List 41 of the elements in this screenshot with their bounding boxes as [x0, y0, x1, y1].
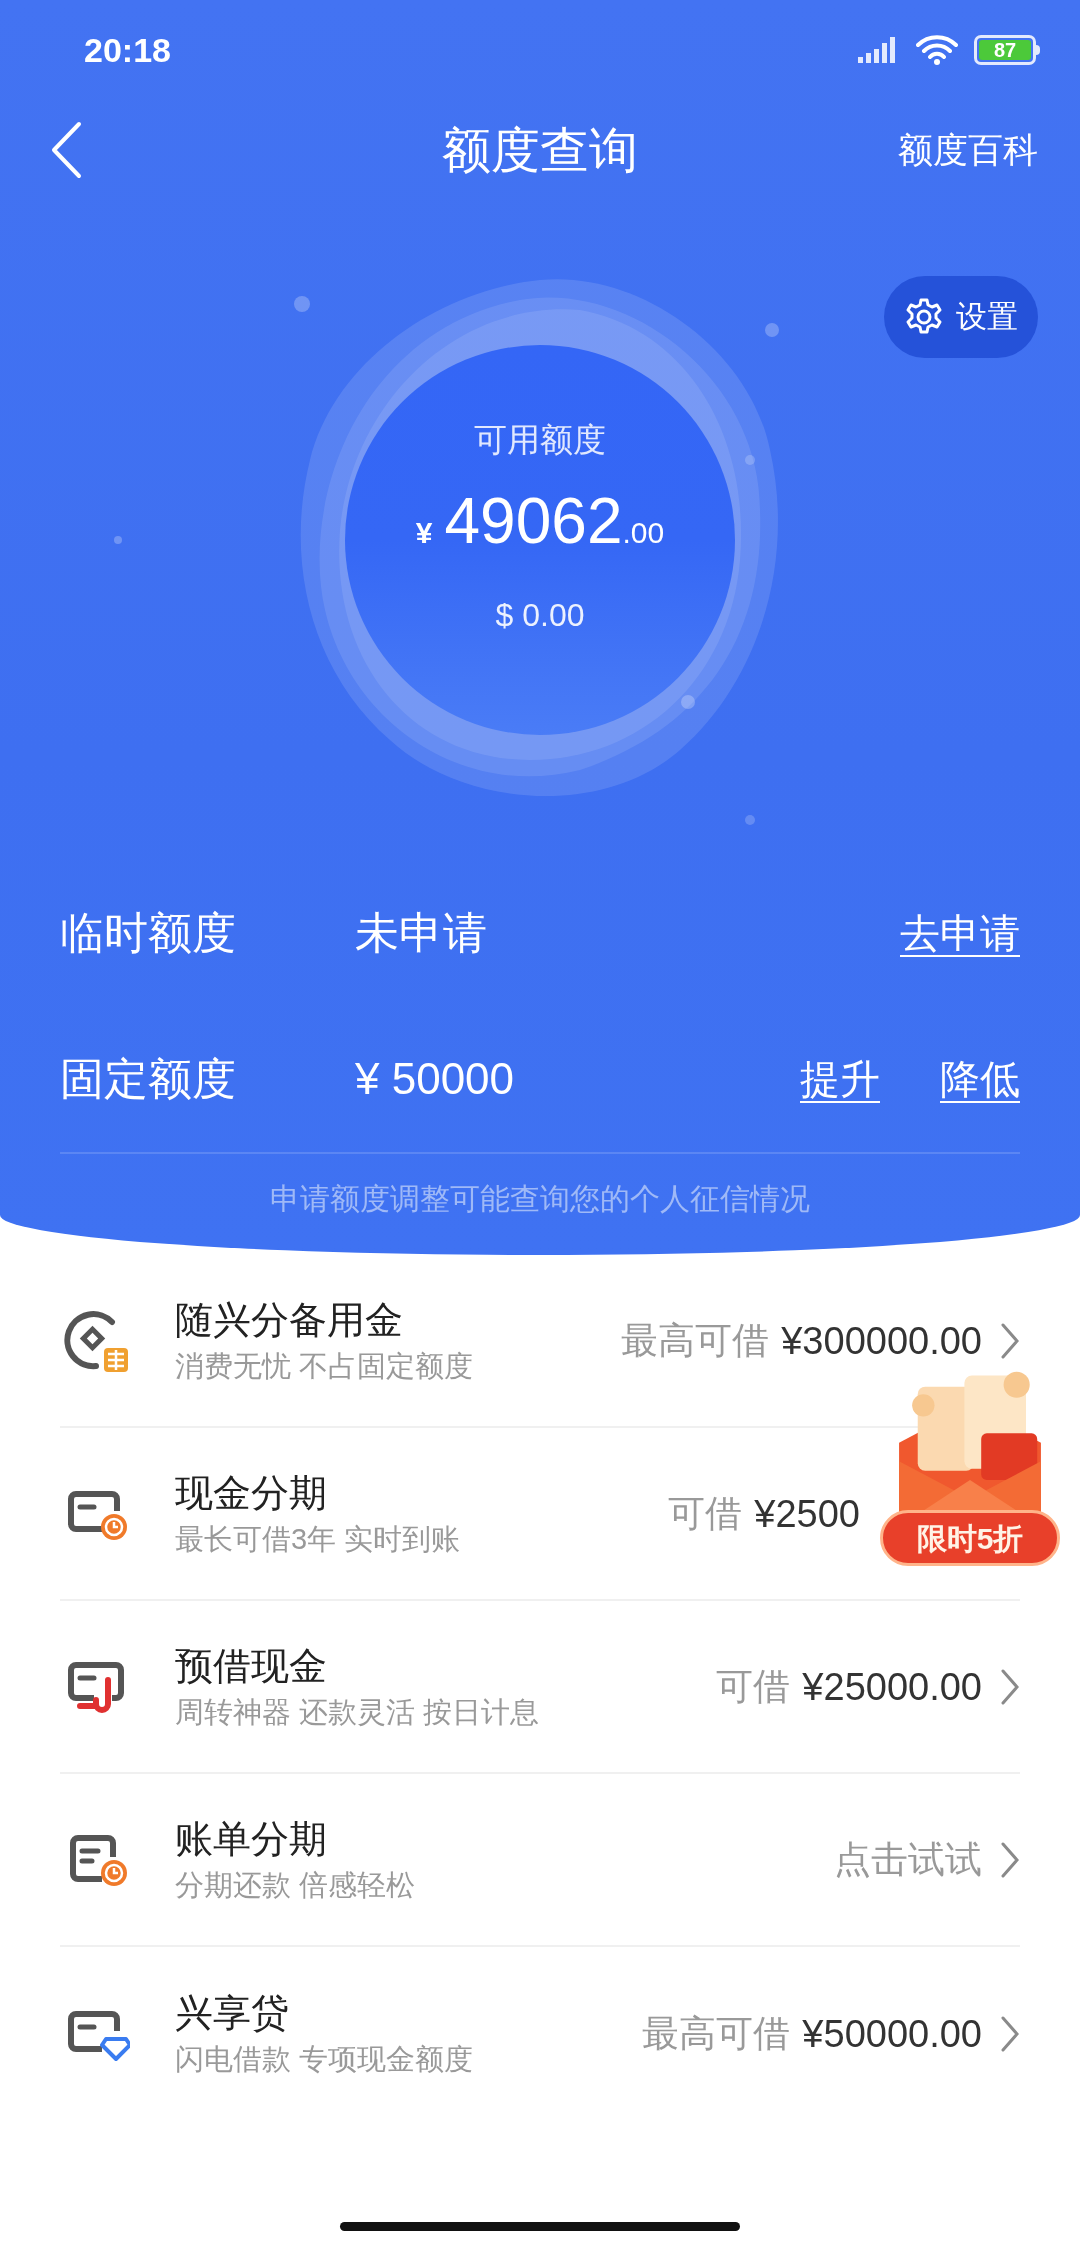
- loan-label: 最高可借: [621, 1318, 770, 1363]
- product-subtitle: 闪电借款 专项现金额度: [175, 2041, 474, 2077]
- loan-label: 可借: [716, 1664, 791, 1709]
- product-subtitle: 消费无忧 不占固定额度: [175, 1348, 474, 1384]
- credit-check-notice: 申请额度调整可能查询您的个人征信情况: [270, 1181, 810, 1217]
- quota-type-label: 固定额度: [60, 1053, 237, 1105]
- quota-wiki-link[interactable]: 额度百科: [898, 123, 1038, 177]
- product-subtitle: 分期还款 倍感轻松: [175, 1867, 416, 1903]
- loan-amount: ¥300000.00: [781, 1318, 982, 1363]
- loan-label: 点击试试: [834, 1837, 982, 1882]
- wifi-icon: [916, 34, 958, 66]
- product-title: 现金分期: [175, 1470, 328, 1516]
- quota-action-link[interactable]: 去申请: [900, 903, 1020, 963]
- loan-amount: ¥2500: [754, 1491, 860, 1536]
- loan-amount: ¥50000.00: [802, 2011, 982, 2056]
- quota-action-link[interactable]: 降低: [940, 1049, 1020, 1109]
- settings-button[interactable]: 设置: [884, 276, 1038, 358]
- available-amount: 49062: [444, 484, 623, 557]
- product-title: 账单分期: [175, 1816, 328, 1862]
- status-time: 20:18: [84, 29, 171, 71]
- loan-label: 最高可借: [642, 2011, 791, 2056]
- usd-amount: $ 0.00: [495, 595, 585, 635]
- product-subtitle: 最长可借3年 实时到账: [175, 1521, 461, 1557]
- loan-label: 可借: [668, 1491, 743, 1536]
- back-icon: [50, 121, 82, 179]
- available-quota-label: 可用额度: [474, 420, 606, 460]
- quota-action-link[interactable]: 提升: [800, 1049, 880, 1109]
- quota-value: 未申请: [355, 907, 487, 959]
- quota-value: ¥ 50000: [355, 1053, 515, 1105]
- loan-amount: ¥25000.00: [802, 1664, 982, 1709]
- quota-type-label: 临时额度: [60, 907, 237, 959]
- currency-symbol: ¥: [415, 514, 433, 551]
- page-title: 额度查询: [442, 122, 638, 179]
- product-subtitle: 周转神器 还款灵活 按日计息: [175, 1694, 540, 1730]
- product-title: 兴享贷: [175, 1990, 290, 2036]
- promo-badge[interactable]: 限时5折: [874, 1368, 1066, 1568]
- product-title: 随兴分备用金: [175, 1297, 404, 1343]
- settings-icon: [904, 297, 944, 337]
- amount-decimals: .00: [622, 514, 665, 551]
- product-title: 预借现金: [175, 1643, 328, 1689]
- battery-level: 87: [979, 40, 1031, 60]
